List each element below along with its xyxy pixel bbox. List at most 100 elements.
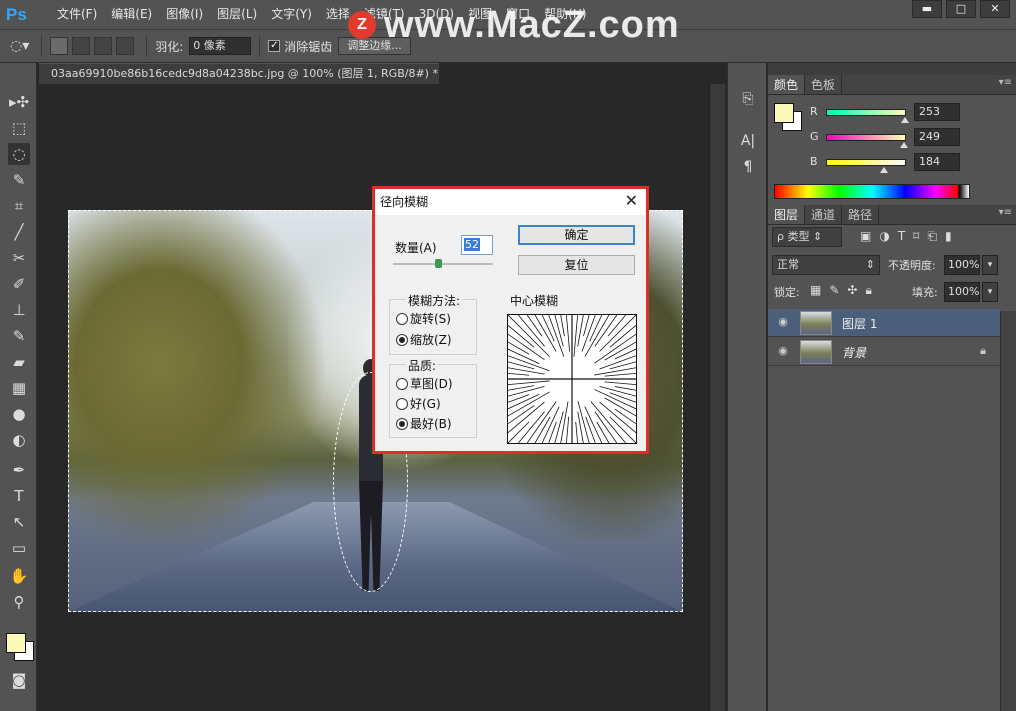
layer-row[interactable]: ◉ 背景 🔒︎	[768, 338, 1000, 366]
shape-icon[interactable]: ▭	[8, 537, 30, 559]
lasso-icon[interactable]: ◌	[8, 143, 30, 165]
lasso-icon[interactable]: ◌▾	[10, 38, 29, 54]
reset-button[interactable]: 复位	[518, 255, 635, 275]
blend-mode-select[interactable]: 正常 ⇕	[772, 255, 880, 275]
history-panel-icon[interactable]: ⎘	[738, 89, 758, 109]
lock-position-icon[interactable]: ✣	[847, 283, 857, 298]
radio-spin[interactable]: 旋转(S)	[396, 310, 451, 327]
ok-button[interactable]: 确定	[518, 225, 635, 245]
opacity-dropdown-icon[interactable]: ▾	[982, 255, 998, 275]
menu-item[interactable]: 窗口	[499, 0, 537, 29]
gradient-icon[interactable]: ▦	[8, 377, 30, 399]
color-panel-foreground[interactable]	[774, 103, 794, 123]
intersect-selection-button[interactable]	[116, 37, 135, 55]
refine-edge-button[interactable]: 调整边缘...	[338, 37, 411, 55]
channel-slider[interactable]	[826, 134, 906, 141]
subtract-selection-button[interactable]	[94, 37, 113, 55]
feather-input[interactable]: 0 像素	[189, 37, 252, 55]
pen-icon[interactable]: ✒	[8, 459, 30, 481]
type-filter-icon[interactable]: T	[898, 229, 905, 244]
radio-best[interactable]: 最好(B)	[396, 415, 452, 432]
tab-channels[interactable]: 通道	[805, 205, 843, 224]
menu-item[interactable]: 图像(I)	[159, 0, 210, 29]
channel-value-input[interactable]: 184	[914, 153, 960, 171]
fill-dropdown-icon[interactable]: ▾	[982, 282, 998, 302]
marquee-icon[interactable]: ⬚	[8, 117, 30, 139]
dialog-close-icon[interactable]: ✕	[625, 192, 638, 210]
stamp-icon[interactable]: ⊥	[8, 299, 30, 321]
menu-item[interactable]: 文字(Y)	[264, 0, 319, 29]
radio-zoom[interactable]: 缩放(Z)	[396, 331, 452, 348]
layers-menu-icon[interactable]: ▾≡	[999, 207, 1012, 218]
move-icon[interactable]: ▸✣	[8, 91, 30, 113]
menu-item[interactable]: 视图	[461, 0, 499, 29]
channel-slider-handle[interactable]	[901, 117, 910, 123]
foreground-color-swatch[interactable]	[6, 633, 26, 653]
eye-icon[interactable]: ◉	[776, 344, 790, 358]
lock-all-icon[interactable]: 🔒︎	[865, 283, 871, 298]
smart-object-filter-icon[interactable]: ⎗	[927, 229, 937, 244]
amount-slider-handle[interactable]	[435, 259, 442, 268]
adjustment-filter-icon[interactable]: ◑	[879, 229, 889, 244]
close-button[interactable]: ✕	[980, 0, 1010, 18]
tab-paths[interactable]: 路径	[842, 205, 880, 224]
brush-icon[interactable]: ✐	[8, 273, 30, 295]
channel-slider-handle[interactable]	[879, 167, 888, 173]
maximize-button[interactable]: □	[946, 0, 976, 18]
tab-layers[interactable]: 图层	[768, 205, 806, 224]
lock-pixels-icon[interactable]: ✎	[829, 283, 839, 298]
channel-value-input[interactable]: 249	[914, 128, 960, 146]
document-tab[interactable]: 03aa69910be86b16cedc9d8a04238bc.jpg @ 10…	[39, 63, 439, 84]
radio-good[interactable]: 好(G)	[396, 395, 441, 412]
channel-slider[interactable]	[826, 159, 906, 166]
path-select-icon[interactable]: ↖	[8, 511, 30, 533]
layers-scrollbar[interactable]	[1000, 311, 1016, 711]
canvas-scrollbar[interactable]	[709, 84, 725, 711]
zoom-icon[interactable]: ⚲	[8, 591, 30, 613]
menu-item[interactable]: 图层(L)	[210, 0, 264, 29]
amount-input[interactable]: 52	[461, 235, 493, 255]
channel-slider[interactable]	[826, 109, 906, 116]
antialias-checkbox[interactable]: ✓	[268, 40, 281, 52]
type-icon[interactable]: T	[8, 485, 30, 507]
paragraph-panel-icon[interactable]: ¶	[738, 157, 758, 177]
healing-icon[interactable]: ✂	[8, 247, 30, 269]
eye-icon[interactable]: ◉	[776, 315, 790, 329]
opacity-input[interactable]: 100%	[944, 255, 980, 275]
radio-draft[interactable]: 草图(D)	[396, 375, 453, 392]
shape-filter-icon[interactable]: ⌑	[913, 229, 919, 244]
eraser-icon[interactable]: ▰	[8, 351, 30, 373]
blur-icon[interactable]: ●	[8, 403, 30, 425]
eyedropper-icon[interactable]: ╱	[8, 221, 30, 243]
amount-slider[interactable]	[393, 263, 493, 265]
channel-slider-handle[interactable]	[900, 142, 909, 148]
menu-item[interactable]: 编辑(E)	[104, 0, 159, 29]
quick-mask-icon[interactable]: ◙	[8, 669, 30, 691]
layer-row[interactable]: ◉ 图层 1	[768, 309, 1000, 337]
menu-item[interactable]: 3D(D)	[412, 0, 461, 29]
history-brush-icon[interactable]: ✎	[8, 325, 30, 347]
pixel-filter-icon[interactable]: ▣	[860, 229, 871, 244]
new-selection-button[interactable]	[50, 37, 69, 55]
blur-center-preview[interactable]	[507, 314, 637, 444]
menu-item[interactable]: 帮助(H)	[537, 0, 593, 29]
tab-color[interactable]: 颜色	[768, 75, 806, 94]
hand-icon[interactable]: ✋	[8, 565, 30, 587]
tab-swatches[interactable]: 色板	[805, 75, 843, 94]
character-panel-icon[interactable]: A|	[738, 131, 758, 151]
lock-transparency-icon[interactable]: ▦	[810, 283, 821, 298]
add-selection-button[interactable]	[72, 37, 91, 55]
menu-item[interactable]: 选择	[319, 0, 357, 29]
layer-filter-select[interactable]: ρ 类型 ⇕	[772, 227, 842, 247]
crop-icon[interactable]: ⌗	[8, 195, 30, 217]
dodge-icon[interactable]: ◐	[8, 429, 30, 451]
color-spectrum[interactable]	[774, 184, 970, 199]
filter-toggle-icon[interactable]: ▮	[945, 229, 952, 244]
fill-input[interactable]: 100%	[944, 282, 980, 302]
channel-value-input[interactable]: 253	[914, 103, 960, 121]
menu-item[interactable]: 滤镜(T)	[357, 0, 412, 29]
panel-menu-icon[interactable]: ▾≡	[999, 77, 1012, 88]
quick-select-icon[interactable]: ✎	[8, 169, 30, 191]
minimize-button[interactable]: ▬	[912, 0, 942, 18]
menu-item[interactable]: 文件(F)	[50, 0, 104, 29]
